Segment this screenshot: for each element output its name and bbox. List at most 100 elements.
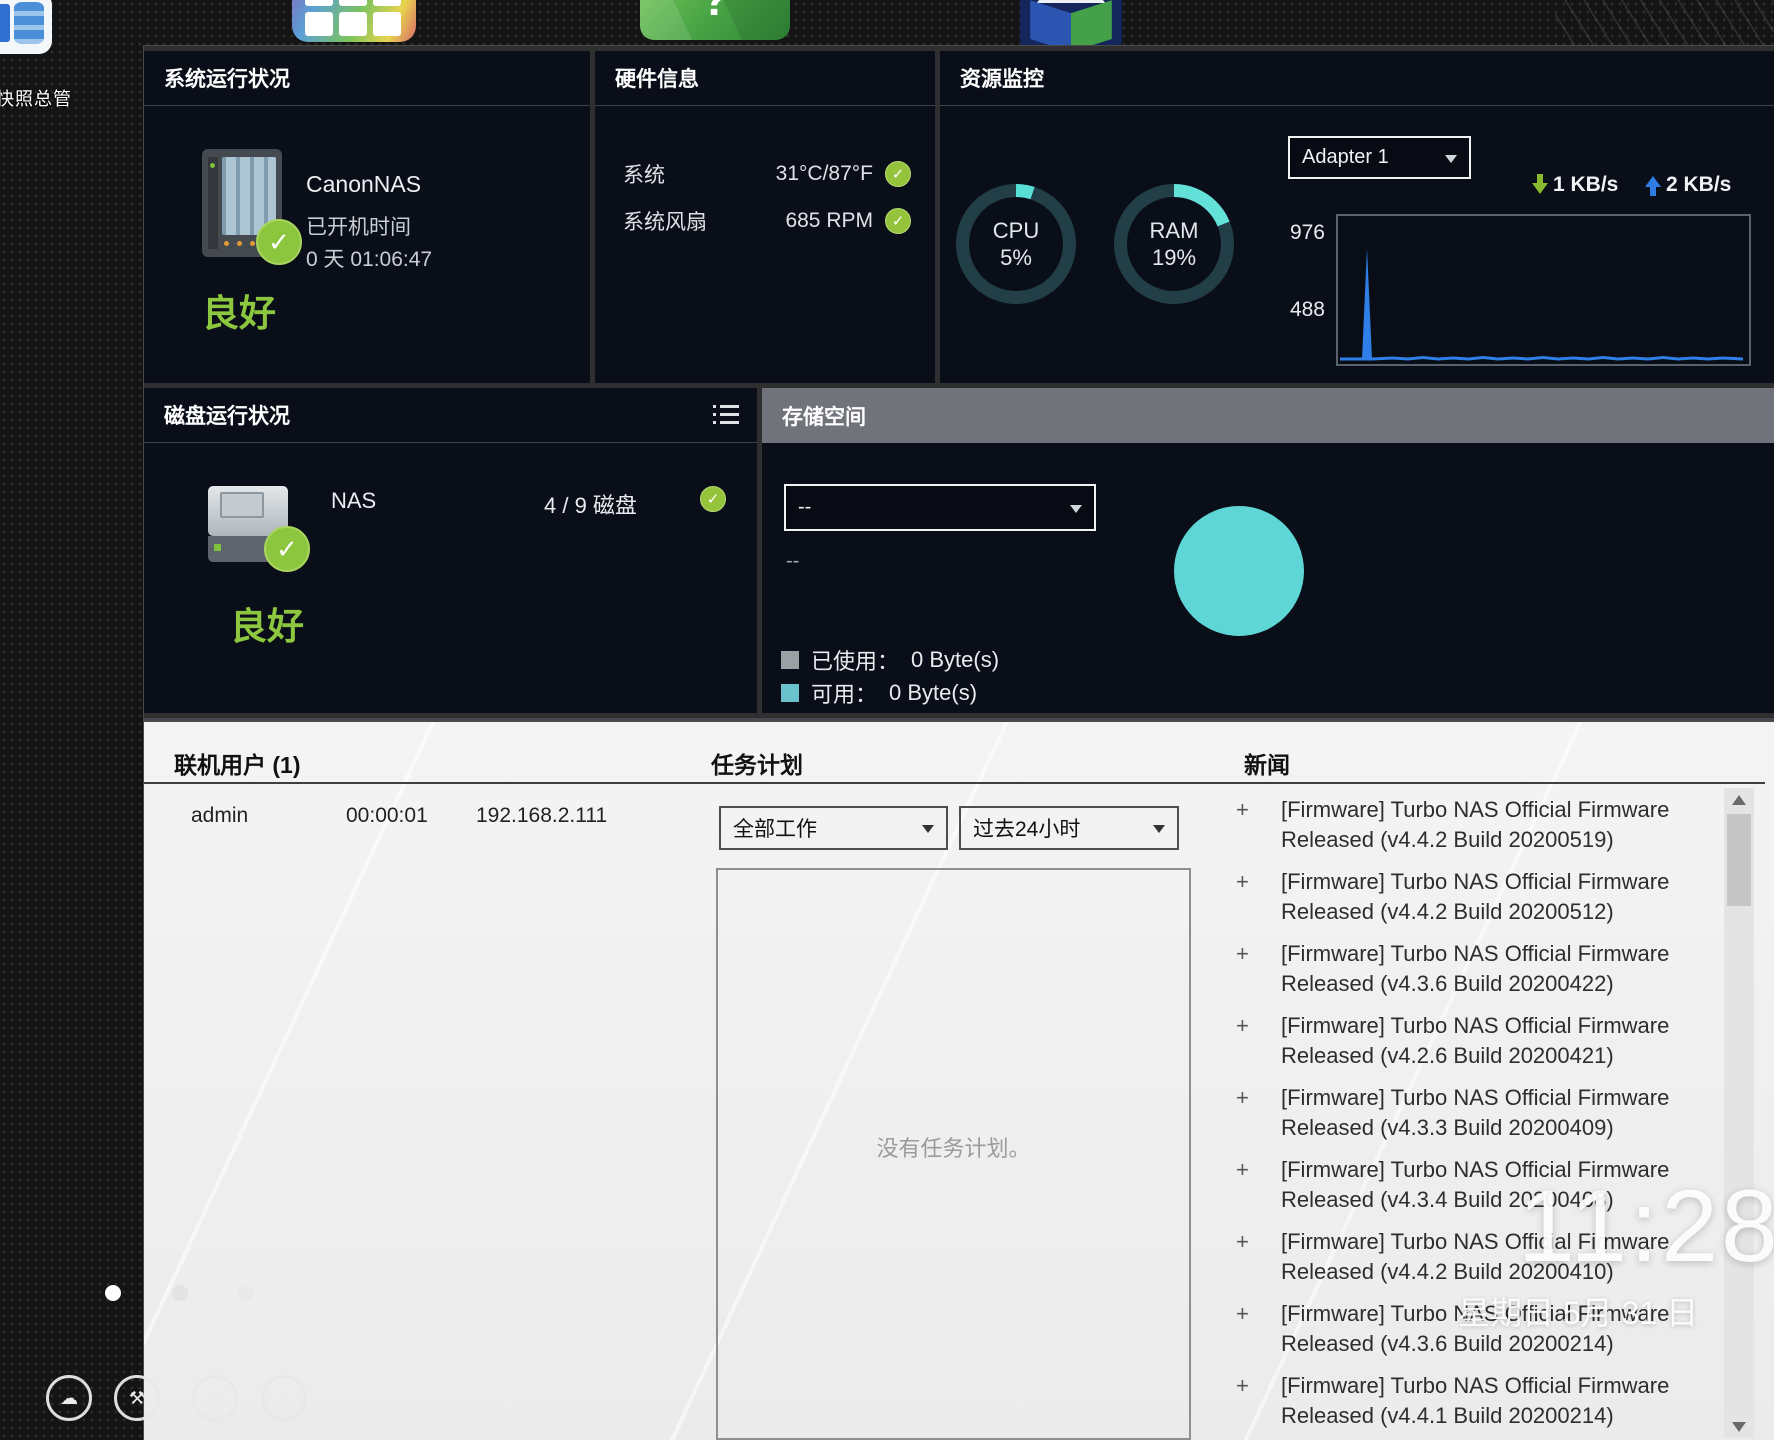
network-traffic-chart <box>1336 214 1751 366</box>
user-duration: 00:00:01 <box>346 804 428 828</box>
tools-icon[interactable]: ⚒ <box>114 1375 160 1421</box>
cpu-value: 5% <box>1000 244 1032 271</box>
news-line2: Released (v4.3.4 Build 20200408) <box>1281 1185 1714 1215</box>
download-arrow-icon <box>1532 174 1548 196</box>
desktop-icon-label[interactable]: 快照总管 <box>0 85 116 111</box>
status-ok-icon <box>885 208 911 234</box>
disk-list-icon[interactable] <box>713 404 739 426</box>
job-filter-value: 全部工作 <box>733 813 817 843</box>
volume-label: -- <box>786 550 799 573</box>
user-name: admin <box>191 804 248 828</box>
expand-icon[interactable] <box>1236 867 1249 897</box>
scroll-down-icon[interactable] <box>1724 1414 1754 1438</box>
news-line1: [Firmware] Turbo NAS Official Firmware <box>1281 1299 1714 1329</box>
chart-y-tick: 488 <box>1275 298 1325 322</box>
news-line2: Released (v4.2.6 Build 20200421) <box>1281 1041 1714 1071</box>
status-ok-icon <box>256 219 302 265</box>
expand-icon[interactable] <box>1236 795 1249 825</box>
panel-system-health: 系统运行状况 CanonNAS 已开机时间 0 天 01:06:47 良好 <box>144 51 590 383</box>
scroll-up-icon[interactable] <box>1724 788 1754 812</box>
chevron-down-icon <box>922 825 934 839</box>
hdd-slot <box>220 492 264 518</box>
expand-icon[interactable] <box>1236 1299 1249 1329</box>
used-value: 0 Byte(s) <box>911 647 999 673</box>
uptime-label: 已开机时间 <box>306 211 411 241</box>
news-item[interactable]: [Firmware] Turbo NAS Official Firmware R… <box>1236 1011 1714 1071</box>
panel-title-disk: 磁盘运行状况 <box>144 388 757 443</box>
desktop-icon-helpdesk[interactable]: ? <box>640 0 790 40</box>
download-rate: 1 KB/s <box>1532 173 1618 197</box>
database-disks-icon <box>14 2 44 44</box>
cloud-sync-icon[interactable]: ☁ <box>46 1375 92 1421</box>
expand-icon[interactable] <box>1236 1083 1249 1113</box>
nas-led <box>210 163 215 168</box>
chevron-down-icon <box>1070 505 1082 519</box>
dashboard: 系统运行状况 CanonNAS 已开机时间 0 天 01:06:47 良好 硬件… <box>143 45 1774 1440</box>
adapter-select[interactable]: Adapter 1 <box>1288 136 1471 179</box>
status-ok-icon <box>264 526 310 572</box>
list-bullets <box>713 405 716 425</box>
free-label: 可用： <box>811 677 877 709</box>
news-item[interactable]: [Firmware] Turbo NAS Official Firmware R… <box>1236 1371 1714 1431</box>
nas-server-icon <box>202 143 288 263</box>
legend-used: 已使用： 0 Byte(s) <box>781 644 999 676</box>
news-item[interactable]: [Firmware] Turbo NAS Official Firmware R… <box>1236 1299 1714 1359</box>
panel-storage: 存储空间 -- -- 已使用： 0 Byte(s) 可用： 0 Byte(s) <box>762 388 1774 713</box>
news-item[interactable]: [Firmware] Turbo NAS Official Firmware R… <box>1236 1155 1714 1215</box>
time-filter-value: 过去24小时 <box>973 813 1080 843</box>
news-item[interactable]: [Firmware] Turbo NAS Official Firmware R… <box>1236 867 1714 927</box>
legend-used-swatch <box>781 651 799 669</box>
ram-value: 19% <box>1152 244 1196 271</box>
chevron-down-icon <box>1445 155 1457 169</box>
expand-icon[interactable] <box>1236 1227 1249 1257</box>
expand-icon[interactable] <box>1236 1155 1249 1185</box>
disk-count: 4 / 9 磁盘 <box>544 488 637 520</box>
list-lines <box>720 405 739 425</box>
expand-icon[interactable] <box>1236 939 1249 969</box>
note-edit-icon[interactable]: ✎ <box>261 1375 307 1421</box>
news-item[interactable]: [Firmware] Turbo NAS Official Firmware R… <box>1236 939 1714 999</box>
hw-value: 31°C/87°F <box>776 162 873 186</box>
download-rate-value: 1 KB/s <box>1553 173 1618 197</box>
database-icon <box>0 4 10 42</box>
page-dot-active[interactable] <box>105 1285 121 1301</box>
online-users-title: 联机用户 (1) <box>174 746 301 780</box>
system-status: 良好 <box>202 283 276 337</box>
page-dot[interactable] <box>238 1285 254 1301</box>
ram-usage-ring: RAM 19% <box>1114 184 1234 304</box>
news-item[interactable]: [Firmware] Turbo NAS Official Firmware R… <box>1236 1083 1714 1143</box>
chart-y-tick: 976 <box>1275 221 1325 245</box>
cpu-usage-ring: CPU 5% <box>956 184 1076 304</box>
pause-icon[interactable] <box>192 1375 238 1421</box>
desktop-icon-snapshot-manager[interactable] <box>0 0 52 54</box>
expand-icon[interactable] <box>1236 1371 1249 1401</box>
expand-icon[interactable] <box>1236 1011 1249 1041</box>
question-mark-icon: ? <box>701 0 729 26</box>
panel-title-storage: 存储空间 <box>762 388 1774 443</box>
storage-pool-select[interactable]: -- <box>784 484 1096 531</box>
scrollbar-thumb[interactable] <box>1727 814 1751 906</box>
device-name: CanonNAS <box>306 171 421 198</box>
chevron-down-icon <box>1153 825 1165 839</box>
page-dot[interactable] <box>172 1285 188 1301</box>
news-item[interactable]: [Firmware] Turbo NAS Official Firmware R… <box>1236 1227 1714 1287</box>
panel-hardware-info: 硬件信息 系统 31°C/87°F 系统风扇 685 RPM <box>595 51 935 383</box>
section-divider <box>144 782 1765 784</box>
desktop-icon-app-center[interactable] <box>292 0 416 42</box>
job-filter-select[interactable]: 全部工作 <box>719 806 948 850</box>
panel-disk-health: 磁盘运行状况 NAS 4 / 9 磁盘 良好 <box>144 388 757 713</box>
news-item[interactable]: [Firmware] Turbo NAS Official Firmware R… <box>1236 795 1714 855</box>
news-line1: [Firmware] Turbo NAS Official Firmware <box>1281 1227 1714 1257</box>
news-scrollbar[interactable] <box>1724 788 1754 1438</box>
hw-value: 685 RPM <box>785 209 873 233</box>
wallpaper-stripes <box>1555 0 1774 46</box>
news-line1: [Firmware] Turbo NAS Official Firmware <box>1281 1011 1714 1041</box>
time-filter-select[interactable]: 过去24小时 <box>959 806 1179 850</box>
news-line2: Released (v4.4.2 Build 20200512) <box>1281 897 1714 927</box>
upload-rate-value: 2 KB/s <box>1666 173 1731 197</box>
upload-rate: 2 KB/s <box>1645 173 1731 197</box>
panel-title-hardware: 硬件信息 <box>595 51 935 106</box>
hardware-row-system: 系统 31°C/87°F <box>623 159 911 189</box>
news-line2: Released (v4.3.6 Build 20200214) <box>1281 1329 1714 1359</box>
legend-free-swatch <box>781 684 799 702</box>
